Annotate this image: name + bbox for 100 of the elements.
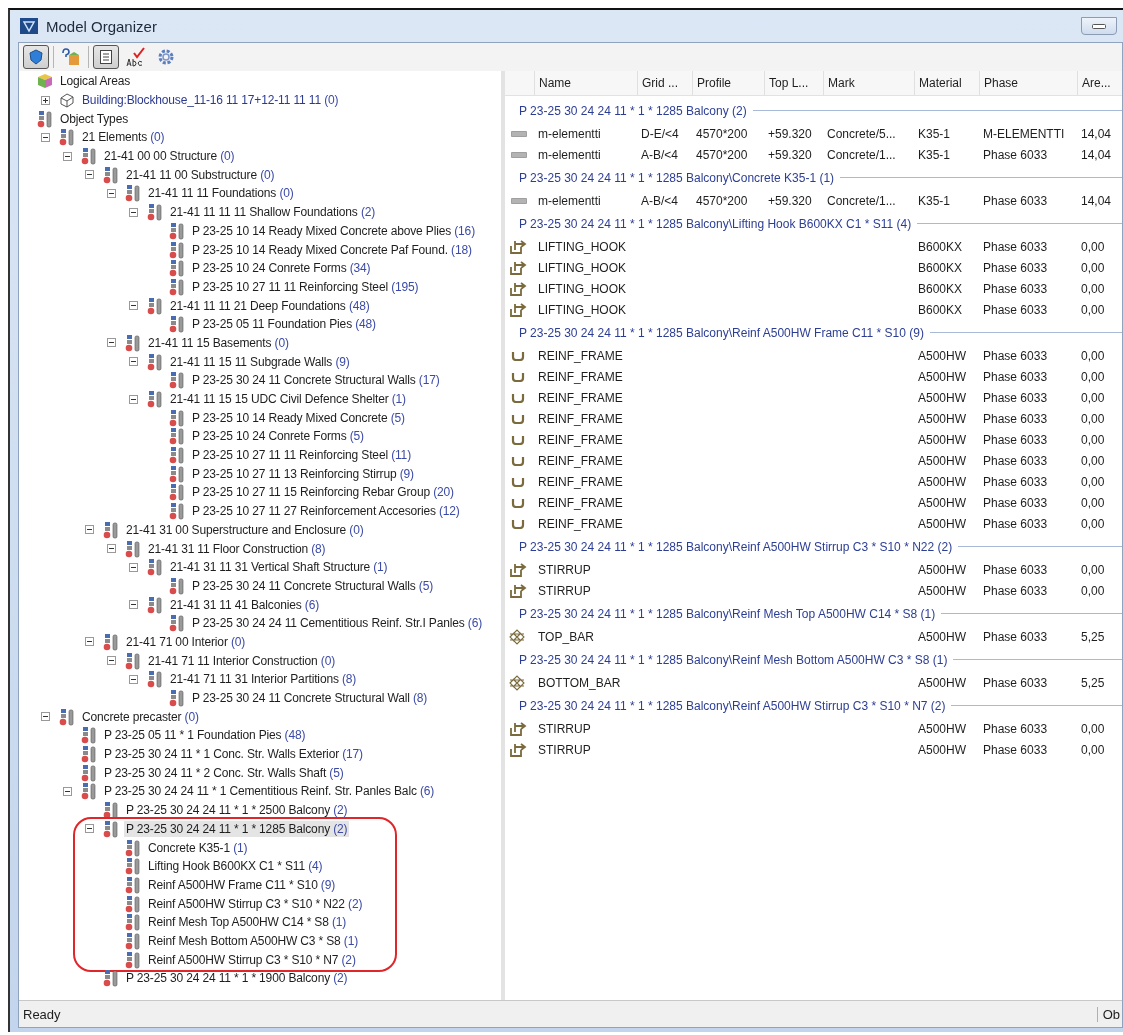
tree-item[interactable]: P 23-25 10 24 Conrete Forms (34) xyxy=(190,260,373,277)
tree-item[interactable]: P 23-25 30 24 24 11 * 1 * 1900 Balcony (2) xyxy=(124,970,350,987)
tree-item[interactable]: P 23-25 10 14 Ready Mixed Concrete (5) xyxy=(190,409,407,426)
collapse-icon[interactable] xyxy=(129,357,138,367)
group-header[interactable]: P 23-25 30 24 24 11 * 1 * 1285 Balcony\Lifting Hook B600KX C1 * S11 (4) xyxy=(519,216,912,231)
tree-item[interactable]: Concrete K35-1 (1) xyxy=(146,839,250,856)
tree-item[interactable]: Reinf A500HW Stirrup C3 * S10 * N7 (2) xyxy=(146,951,358,968)
object-type-icon xyxy=(124,651,142,670)
tree-item[interactable]: P 23-25 10 27 11 13 Reinforcing Stirrup (9) xyxy=(190,465,416,482)
collapse-icon[interactable] xyxy=(107,544,116,554)
tree-item[interactable]: P 23-25 10 14 Ready Mixed Concrete above Plies (16) xyxy=(190,222,477,239)
collapse-icon[interactable] xyxy=(129,394,138,404)
tree-item[interactable]: Logical Areas xyxy=(58,73,133,90)
tree-item[interactable]: Building:Blockhouse_11-16 11 17+12-11 11 11 (0) xyxy=(80,92,341,109)
collapse-icon[interactable] xyxy=(85,637,94,647)
tree-item[interactable]: P 23-25 10 27 11 11 Reinforcing Steel (11) xyxy=(190,447,413,464)
tree-item[interactable]: 21-41 11 15 11 Subgrade Walls (9) xyxy=(168,353,352,370)
collapse-icon[interactable] xyxy=(41,132,50,142)
tree-item[interactable]: P 23-25 30 24 24 11 * 1 Cementitious Reinf. Str. Panles Balc (6) xyxy=(102,783,437,800)
collapse-icon[interactable] xyxy=(63,786,72,796)
tree-item[interactable]: 21-41 00 00 Structure (0) xyxy=(102,148,237,165)
collapse-icon[interactable] xyxy=(41,712,50,722)
table-cell-text: 4570*200 xyxy=(695,126,749,141)
tree-item[interactable]: Reinf Mesh Bottom A500HW C3 * S8 (1) xyxy=(146,932,361,949)
tree-item[interactable]: P 23-25 10 27 11 11 Reinforcing Steel (195) xyxy=(190,278,421,295)
tree-item[interactable]: P 23-25 30 24 24 11 * 1 * 2500 Balcony (2) xyxy=(124,802,350,819)
tree-item[interactable]: Reinf Mesh Top A500HW C14 * S8 (1) xyxy=(146,914,349,931)
toolbar-button[interactable] xyxy=(93,45,119,69)
tree-item[interactable]: P 23-25 10 24 Conrete Forms (5) xyxy=(190,428,366,445)
collapse-icon[interactable] xyxy=(129,674,138,684)
object-type-icon xyxy=(102,819,120,838)
column-header[interactable]: Profile xyxy=(693,71,765,95)
tree-item[interactable]: P 23-25 30 24 11 Concrete Structural Walls (17) xyxy=(190,372,442,389)
column-header[interactable]: Material xyxy=(915,71,980,95)
tree-item[interactable]: 21-41 71 11 31 Interior Partitions (8) xyxy=(168,671,359,688)
object-type-icon xyxy=(168,689,186,708)
minimize-button[interactable] xyxy=(1081,17,1117,35)
collapse-icon[interactable] xyxy=(129,207,138,217)
tree-item[interactable]: 21-41 11 11 21 Deep Foundations (48) xyxy=(168,297,372,314)
collapse-icon[interactable] xyxy=(107,188,116,198)
collapse-icon[interactable] xyxy=(85,170,94,180)
table-cell-text: A500HW xyxy=(917,453,968,468)
collapse-icon[interactable] xyxy=(129,562,138,572)
collapse-icon[interactable] xyxy=(107,338,116,348)
tree-item[interactable]: P 23-25 05 11 Foundation Pies (48) xyxy=(190,316,378,333)
table-cell-text: Phase 6033 xyxy=(982,721,1049,736)
tree-item[interactable]: Lifting Hook B600KX C1 * S11 (4) xyxy=(146,858,325,875)
list-icon xyxy=(100,50,112,64)
group-header[interactable]: P 23-25 30 24 24 11 * 1 * 1285 Balcony\Reinf Mesh Top A500HW C14 * S8 (1) xyxy=(519,606,936,621)
collapse-icon[interactable] xyxy=(129,301,138,311)
tree-item[interactable]: 21-41 11 00 Substructure (0) xyxy=(124,166,277,183)
tree-item[interactable]: Reinf A500HW Stirrup C3 * S10 * N22 (2) xyxy=(146,895,365,912)
tree-item[interactable]: P 23-25 10 27 11 15 Reinforcing Rebar Group (20) xyxy=(190,484,456,501)
tree-item[interactable]: P 23-25 10 14 Ready Mixed Concrete Paf Found. (18) xyxy=(190,241,474,258)
tree-item[interactable]: P 23-25 30 24 24 11 * 1 * 1285 Balcony (2) xyxy=(124,820,350,837)
tree-item[interactable]: P 23-25 05 11 * 1 Foundation Pies (48) xyxy=(102,727,308,744)
group-header[interactable]: P 23-25 30 24 24 11 * 1 * 1285 Balcony\Concrete K35-1 (1) xyxy=(519,170,835,185)
group-header[interactable]: P 23-25 30 24 24 11 * 1 * 1285 Balcony\Reinf A500HW Frame C11 * S10 (9) xyxy=(519,325,924,340)
column-header[interactable]: Top L... xyxy=(765,71,824,95)
tree-item[interactable]: Reinf A500HW Frame C11 * S10 (9) xyxy=(146,876,338,893)
group-header[interactable]: P 23-25 30 24 24 11 * 1 * 1285 Balcony\Reinf Mesh Bottom A500HW C3 * S8 (1) xyxy=(519,652,948,667)
column-header[interactable]: Grid ... xyxy=(638,71,693,95)
column-header[interactable]: Phase xyxy=(980,71,1078,95)
tree-item[interactable]: 21-41 71 11 Interior Construction (0) xyxy=(146,652,337,669)
group-header[interactable]: P 23-25 30 24 24 11 * 1 * 1285 Balcony (2) xyxy=(519,103,747,118)
tree-item[interactable]: P 23-25 30 24 11 Concrete Structural Walls (5) xyxy=(190,577,435,594)
tree-item[interactable]: 21-41 31 00 Superstructure and Enclosure (0) xyxy=(124,521,366,538)
expand-icon[interactable] xyxy=(41,95,50,105)
tree-item[interactable]: 21 Elements (0) xyxy=(80,129,167,146)
table-cell-text: 0,00 xyxy=(1080,239,1106,254)
tree-item[interactable]: P 23-25 30 24 11 * 1 Conc. Str. Walls Exterior (17) xyxy=(102,746,365,763)
column-header[interactable]: Are... xyxy=(1078,71,1122,95)
tree-item[interactable]: P 23-25 30 24 24 11 Cementitious Reinf. Str.I Panles (6) xyxy=(190,615,484,632)
tree-item[interactable]: P 23-25 30 24 11 Concrete Structural Wall (8) xyxy=(190,690,430,707)
column-header[interactable]: Mark xyxy=(824,71,915,95)
toolbar-button[interactable] xyxy=(23,45,49,69)
tree-item[interactable]: 21-41 31 11 31 Vertical Shaft Structure (1) xyxy=(168,559,390,576)
tree-item[interactable]: 21-41 11 15 15 UDC Civil Defence Shelter (1) xyxy=(168,391,408,408)
object-type-icon xyxy=(168,464,186,483)
collapse-icon[interactable] xyxy=(129,600,138,610)
group-header[interactable]: P 23-25 30 24 24 11 * 1 * 1285 Balcony\Reinf A500HW Stirrup C3 * S10 * N22 (2) xyxy=(519,539,953,554)
collapse-icon[interactable] xyxy=(85,525,94,535)
tree-item[interactable]: 21-41 11 11 11 Shallow Foundations (2) xyxy=(168,204,378,221)
tree-item[interactable]: Object Types xyxy=(58,110,130,127)
plate-icon xyxy=(511,151,527,158)
tree-item[interactable]: 21-41 31 11 Floor Construction (8) xyxy=(146,540,328,557)
tree-item[interactable]: 21-41 71 00 Interior (0) xyxy=(124,633,248,650)
tree-item[interactable]: P 23-25 30 24 11 * 2 Conc. Str. Walls Shaft (5) xyxy=(102,764,346,781)
group-header[interactable]: P 23-25 30 24 24 11 * 1 * 1285 Balcony\Reinf A500HW Stirrup C3 * S10 * N7 (2) xyxy=(519,698,946,713)
tree-item[interactable]: 21-41 11 11 Foundations (0) xyxy=(146,185,296,202)
table-cell-text: B600KX xyxy=(917,302,964,317)
column-header[interactable]: Name xyxy=(535,71,638,95)
tree-item[interactable]: 21-41 11 15 Basements (0) xyxy=(146,334,291,351)
status-panel: Ob xyxy=(1096,1006,1122,1022)
tree-item[interactable]: Concrete precaster (0) xyxy=(80,708,201,725)
tree-item[interactable]: P 23-25 10 27 11 27 Reinforcement Accesories (12) xyxy=(190,503,462,520)
collapse-icon[interactable] xyxy=(63,151,72,161)
tree-item[interactable]: 21-41 31 11 41 Balconies (6) xyxy=(168,596,322,613)
collapse-icon[interactable] xyxy=(85,824,94,834)
collapse-icon[interactable] xyxy=(107,656,116,666)
